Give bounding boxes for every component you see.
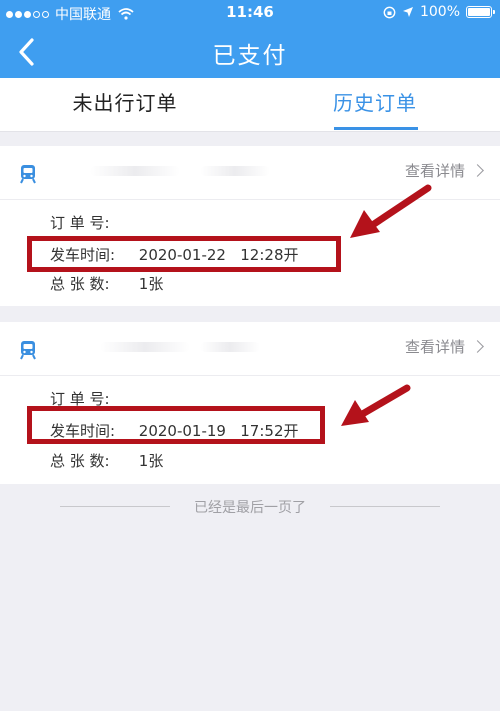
ticket-count-row: 总 张 数: 1张 [50,273,163,294]
nav-bar: 已支付 [0,26,500,78]
blurred-train-name [100,342,190,352]
order-number-row: 订 单 号: [50,212,134,233]
annotation-arrow-icon [341,384,411,426]
page-title: 已支付 [212,43,288,69]
location-arrow-icon [402,7,413,17]
view-details-label: 查看详情 [404,162,465,180]
status-right: 100% [383,4,495,20]
chevron-right-icon [471,164,484,177]
order-card[interactable]: 查看详情 订 单 号: 发车时间: 2020-01-19 17:52开 总 张 … [0,322,500,484]
end-of-list-text: 已经是最后一页了 [194,500,306,516]
ticket-count-value: 1张 [138,452,164,470]
train-icon [20,341,36,360]
view-details-label: 查看详情 [404,338,465,356]
tab-bar: 未出行订单 历史订单 [0,78,500,132]
ticket-count-label: 总 张 数: [50,275,110,293]
active-tab-indicator [334,127,418,130]
ticket-count-row: 总 张 数: 1张 [50,450,163,471]
view-details-link[interactable]: 查看详情 [404,336,484,357]
battery-icon [466,6,495,18]
battery-percent: 100% [419,4,460,20]
tab-history-orders[interactable]: 历史订单 [310,78,440,132]
divider-right [330,506,440,507]
view-details-link[interactable]: 查看详情 [404,160,484,181]
highlight-box [27,236,341,272]
blurred-route [200,166,270,176]
train-icon [20,165,36,184]
highlight-box [27,406,325,444]
order-number-label: 订 单 号: [50,214,110,232]
blurred-train-name [90,166,180,176]
chevron-right-icon [471,340,484,353]
ticket-count-label: 总 张 数: [50,452,110,470]
rotation-lock-icon [383,6,396,18]
blurred-route [200,342,260,352]
ticket-count-value: 1张 [138,275,164,293]
annotation-arrow-icon [350,184,432,238]
top-bar: 中国联通 11:46 100% 已支付 [0,0,500,78]
order-card-header: 查看详情 [0,322,500,376]
status-bar: 中国联通 11:46 100% [0,0,500,26]
tab-upcoming-orders[interactable]: 未出行订单 [40,78,210,132]
